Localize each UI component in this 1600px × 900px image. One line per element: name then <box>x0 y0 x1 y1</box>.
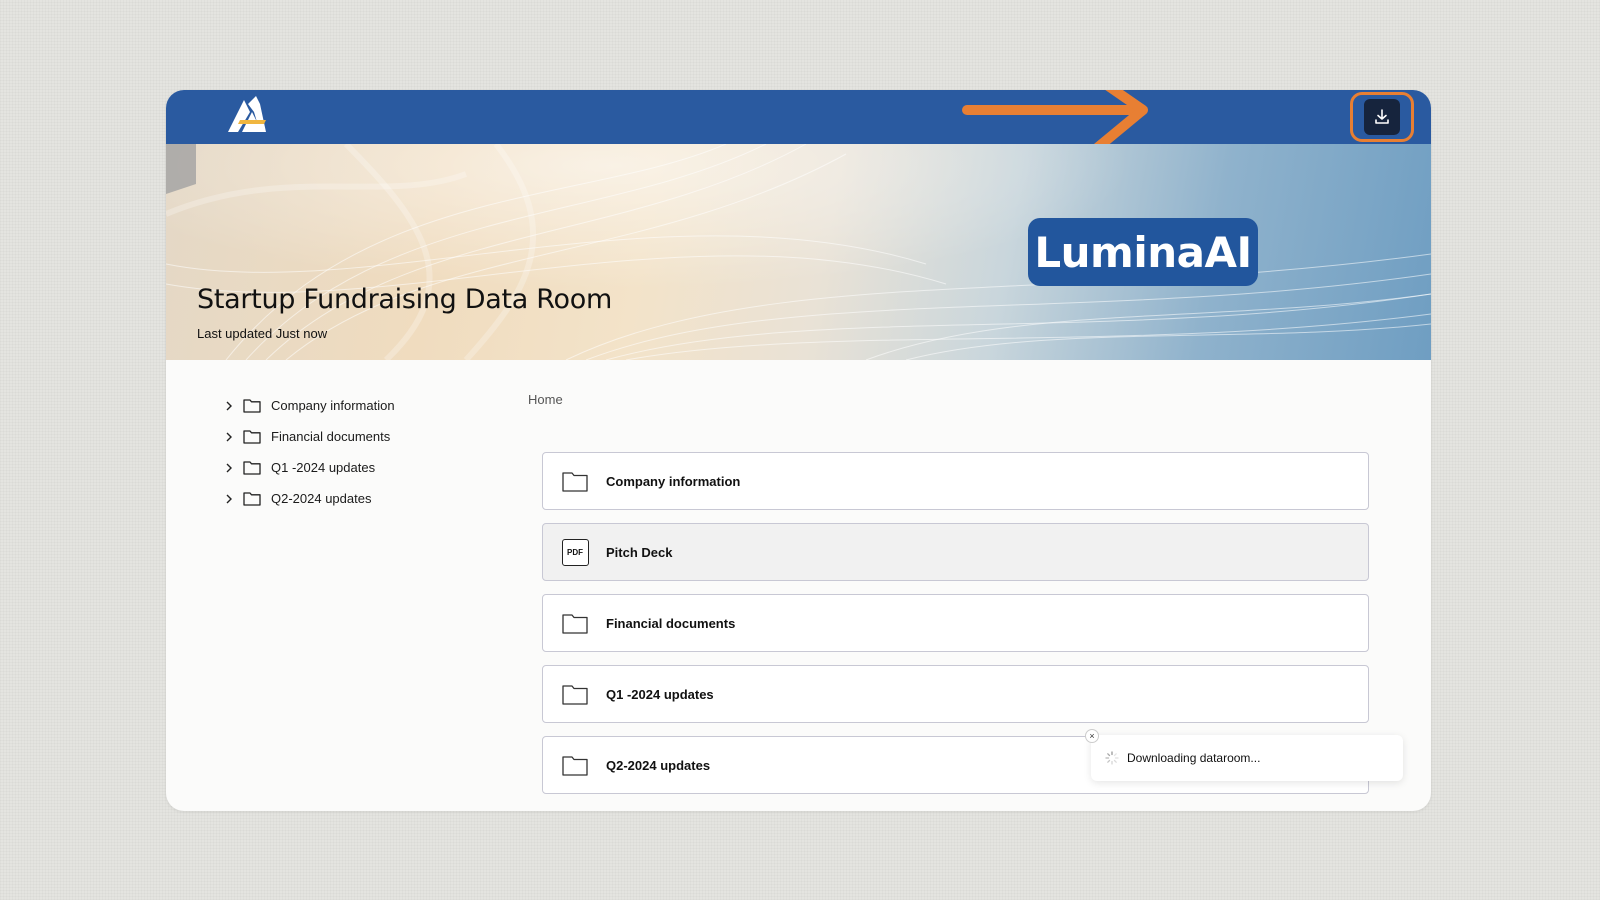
breadcrumb: Home <box>528 392 563 407</box>
chevron-right-icon[interactable] <box>221 429 237 445</box>
chevron-right-icon[interactable] <box>221 491 237 507</box>
folder-icon <box>561 680 589 708</box>
folder-icon <box>243 491 263 507</box>
tree-item-label: Q1 -2024 updates <box>271 460 376 475</box>
toast-message: Downloading dataroom... <box>1127 751 1261 765</box>
top-bar <box>166 90 1431 153</box>
brand-badge: LuminaAI <box>1028 218 1258 286</box>
app-window: LuminaAI Startup Fundraising Data Room L… <box>166 90 1431 811</box>
list-item-label: Company information <box>606 473 741 489</box>
list-item[interactable]: PDF Pitch Deck <box>542 523 1369 581</box>
lumina-logo[interactable] <box>226 94 274 134</box>
breadcrumb-home[interactable]: Home <box>528 392 563 407</box>
chevron-right-icon[interactable] <box>221 460 237 476</box>
list-item-label: Q2-2024 updates <box>606 757 711 773</box>
folder-icon <box>561 751 589 779</box>
download-icon <box>1375 109 1389 124</box>
tree-item-financial-documents[interactable]: Financial documents <box>221 421 521 452</box>
folder-icon <box>243 460 263 476</box>
tree-item-label: Financial documents <box>271 429 391 444</box>
page-title: Startup Fundraising Data Room <box>197 284 612 315</box>
list-item[interactable]: Financial documents <box>542 594 1369 652</box>
tree-item-label: Q2-2024 updates <box>271 491 372 506</box>
pdf-icon-text: PDF <box>561 538 589 566</box>
spinner-icon <box>1105 751 1119 765</box>
list-item-label: Q1 -2024 updates <box>606 686 714 702</box>
hero-banner: LuminaAI Startup Fundraising Data Room L… <box>166 144 1431 360</box>
folder-icon <box>561 609 589 637</box>
tree-item-company-information[interactable]: Company information <box>221 390 521 421</box>
folder-icon <box>243 429 263 445</box>
download-toast: × Downloading dataroom... <box>1085 729 1403 781</box>
folder-icon <box>561 467 589 495</box>
list-item-label: Pitch Deck <box>606 544 673 560</box>
tree-item-label: Company information <box>271 398 395 413</box>
last-updated-text: Last updated Just now <box>197 326 328 341</box>
download-button[interactable] <box>1364 99 1400 135</box>
tree-item-q1-2024-updates[interactable]: Q1 -2024 updates <box>221 452 521 483</box>
list-item-label: Financial documents <box>606 615 736 631</box>
tree-item-q2-2024-updates[interactable]: Q2-2024 updates <box>221 483 521 514</box>
toast-close-button[interactable]: × <box>1085 729 1099 743</box>
list-item[interactable]: Company information <box>542 452 1369 510</box>
list-item[interactable]: Q1 -2024 updates <box>542 665 1369 723</box>
folder-icon <box>243 398 263 414</box>
pdf-icon: PDF <box>561 538 589 566</box>
chevron-right-icon[interactable] <box>221 398 237 414</box>
folder-tree: Company information Financial documents … <box>221 390 521 514</box>
